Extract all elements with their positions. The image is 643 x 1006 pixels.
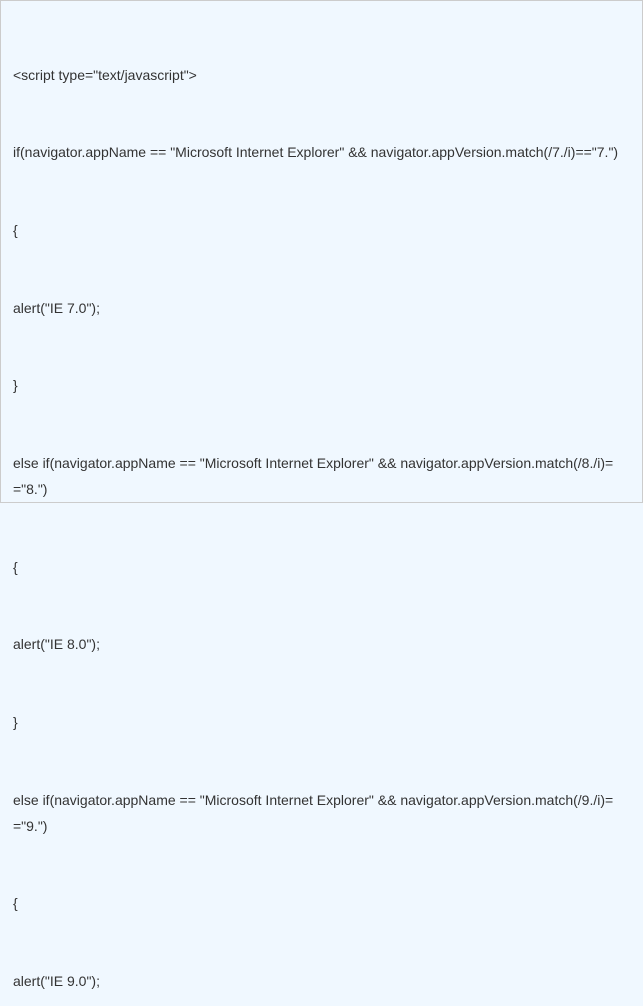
code-line: alert("IE 7.0"); <box>13 296 630 322</box>
code-line: } <box>13 373 630 399</box>
code-line: else if(navigator.appName == "Microsoft … <box>13 788 630 840</box>
code-line: if(navigator.appName == "Microsoft Inter… <box>13 140 630 166</box>
code-line: alert("IE 8.0"); <box>13 632 630 658</box>
code-snippet: <script type="text/javascript"> if(navig… <box>13 11 630 1006</box>
code-line: alert("IE 9.0"); <box>13 969 630 995</box>
code-line: { <box>13 891 630 917</box>
code-line: } <box>13 710 630 736</box>
code-line: { <box>13 218 630 244</box>
code-line: <script type="text/javascript"> <box>13 63 630 89</box>
code-line: { <box>13 555 630 581</box>
code-line: else if(navigator.appName == "Microsoft … <box>13 451 630 503</box>
